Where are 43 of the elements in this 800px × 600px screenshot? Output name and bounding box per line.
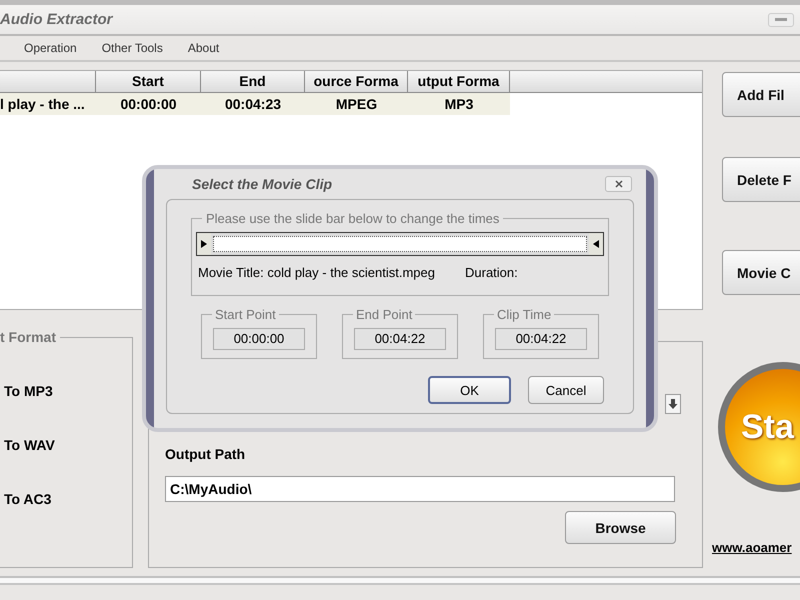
website-link[interactable]: www.aoamer — [712, 540, 800, 555]
group-legend: t Format — [0, 329, 60, 345]
end-handle-icon[interactable] — [589, 233, 603, 255]
side-button[interactable]: Add Fil — [722, 72, 800, 117]
cancel-button[interactable]: Cancel — [528, 376, 604, 404]
output-path-label: Output Path — [165, 446, 246, 462]
movie-title-text: Movie Title: cold play - the scientist.mpeg — [198, 265, 435, 280]
column-header[interactable]: Start — [96, 71, 201, 93]
radio-label[interactable]: To MP3 — [0, 383, 132, 399]
duration-label: Duration: — [465, 265, 518, 280]
start-handle-icon[interactable] — [197, 233, 211, 255]
window-title: Audio Extractor — [0, 11, 113, 28]
table-cell-text: l play - the ... — [0, 96, 86, 112]
time-field: 00:04:22 — [495, 328, 587, 350]
radio-label[interactable]: To AC3 — [0, 491, 132, 507]
menu-item[interactable]: About — [188, 41, 220, 55]
group-legend: Start Point — [212, 307, 279, 322]
table-cell-text: MP3 — [444, 96, 474, 112]
close-icon[interactable] — [605, 176, 632, 192]
range-slider[interactable] — [196, 232, 604, 256]
column-header[interactable]: utput Forma — [408, 71, 510, 93]
menu-item[interactable]: Other Tools — [102, 41, 163, 55]
side-button[interactable]: Delete F — [722, 157, 800, 202]
group-legend: Clip Time — [494, 307, 554, 322]
radio-label[interactable]: To WAV — [0, 437, 132, 453]
minimize-icon — [775, 18, 787, 22]
table-cell-text: 00:00:00 — [119, 96, 178, 112]
menu-item[interactable]: Operation — [24, 41, 77, 55]
table-row[interactable]: l play - the ... 00:00:00 00:04:23 MPEG MP3 — [0, 93, 510, 115]
column-header[interactable] — [0, 71, 96, 93]
ok-button[interactable]: OK — [428, 376, 511, 404]
output-path-field[interactable]: C:\MyAudio\ — [165, 476, 675, 502]
time-field: 00:00:00 — [213, 328, 305, 350]
group-legend: End Point — [353, 307, 416, 322]
column-header[interactable]: End — [201, 71, 305, 93]
table-cell-text: MPEG — [334, 96, 378, 112]
browse-button[interactable]: Browse — [565, 511, 676, 544]
table-cell-text: 00:04:23 — [224, 96, 282, 112]
dialog-title: Select the Movie Clip — [192, 176, 332, 192]
time-field: 00:04:22 — [354, 328, 446, 350]
side-button[interactable]: Movie C — [722, 250, 800, 295]
column-header[interactable]: ource Forma — [305, 71, 408, 93]
group-legend: Please use the slide bar below to change the times — [202, 211, 504, 226]
